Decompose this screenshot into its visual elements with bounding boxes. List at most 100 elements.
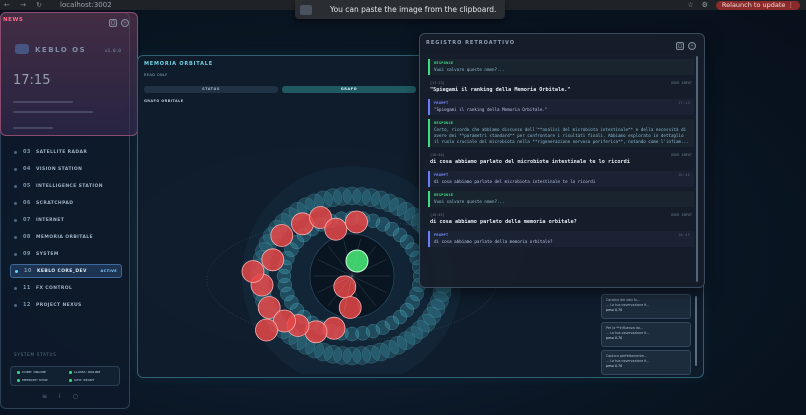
entry-label: RESPONSE [434, 193, 454, 197]
read-only-badge: READ ONLY [144, 73, 168, 77]
entry-tag: USER INPUT [670, 153, 692, 157]
highlighted-memory-node [255, 318, 278, 342]
entry-timestamp: 16:46 [677, 173, 690, 177]
memory-card[interactable]: Capisco perfettamente...... La tua osser… [601, 350, 691, 375]
sidebar-item-label: MEMORIA ORBITALE [36, 234, 93, 240]
entry-timestamp: 16:45 [677, 233, 690, 237]
power-icon[interactable]: ≡ [42, 393, 47, 400]
entry-label: PROMPT [434, 101, 449, 105]
sidebar-item-vision-station[interactable]: 04 VISION STATION [10, 162, 122, 176]
sidebar-item-project-nexus[interactable]: 12 PROJECT NEXUS [10, 298, 122, 312]
entry-timestamp: [16:46] [430, 153, 445, 157]
entry-label: PROMPT [434, 233, 449, 237]
sidebar-item-label: FX CONTROL [36, 285, 73, 291]
sidebar-item-fx-control[interactable]: 11 FX CONTROL [10, 281, 122, 295]
entry-text: "Spiegami il ranking della Memoria Orbit… [430, 87, 571, 93]
sidebar-item-number: 03 [23, 149, 31, 155]
status-core: CORE: ONLINE [22, 370, 47, 374]
active-badge: ACTIVE [100, 269, 117, 273]
window-title: REGISTRO RETROATTIVO [426, 40, 516, 46]
sidebar-item-system[interactable]: 09 SYSTEM [10, 247, 122, 261]
memory-card-weight: peso 0.70 [606, 308, 623, 312]
highlighted-memory-node [270, 224, 294, 247]
scrollbar[interactable] [695, 296, 697, 366]
response-entry: RESPONSE Vuoi salvare queste nmen?... [428, 191, 694, 207]
status-dot-icon [14, 286, 17, 290]
clipboard-toast: You can paste the image from the clipboa… [295, 0, 505, 19]
status-dot-icon [15, 269, 18, 273]
sidebar-item-label: INTERNET [36, 217, 65, 223]
user-input-entry: [16:46] USER INPUT di cosa abbiamo parlato… [428, 151, 694, 167]
sidebar-item-internet[interactable]: 07 INTERNET [10, 213, 122, 227]
sidebar-item-keblo-core-dev[interactable]: 10 KEBLO CORE_DEV ACTIVE [10, 264, 122, 278]
status-llama: LLAMA: ONLINE [74, 370, 101, 374]
sidebar-item-number: 12 [23, 302, 31, 308]
clock: 17:15 [13, 73, 51, 88]
memory-card-weight: peso 0.70 [606, 336, 623, 340]
minimize-icon[interactable]: – [121, 19, 129, 27]
highlighted-memory-node [241, 260, 265, 283]
entry-timestamp: [16:45] [430, 213, 445, 217]
news-label: NEWS [3, 17, 24, 23]
version-label: v1.0.0 [104, 49, 121, 54]
extensions-icon[interactable]: ⚙ [702, 1, 708, 9]
memory-card-list: Candice dei dati fo...... La tua osserva… [601, 294, 693, 375]
sidebar-item-number: 04 [23, 166, 31, 172]
settings-icon[interactable]: ○ [73, 393, 78, 400]
tab-grafo[interactable]: GRAFO [282, 86, 416, 93]
user-input-entry: [17:13] USER INPUT "Spiegami il ranking de… [428, 79, 694, 95]
sidebar-item-scratchpad[interactable]: 06 SCRATCHPAD [10, 196, 122, 210]
log-list: RESPONSE Vuoi salvare queste nmen?... [17:… [428, 59, 694, 285]
maximize-icon[interactable]: ▢ [676, 42, 684, 50]
status-dot-icon [14, 167, 17, 171]
system-status-panel: CORE: ONLINE LLAMA: ONLINE MEMORY: SYNC … [10, 366, 120, 386]
sidebar-item-intelligence-station[interactable]: 05 INTELLIGENCE STATION [10, 179, 122, 193]
sidebar-item-label: SATELLITE RADAR [36, 149, 88, 155]
entry-label: RESPONSE [434, 121, 454, 125]
sidebar-item-label: SYSTEM [36, 251, 59, 257]
response-entry: RESPONSE Certo, ricordo che abbiamo discu… [428, 119, 694, 147]
blurred-line [13, 127, 53, 129]
sidebar-item-number: 10 [24, 268, 32, 274]
status-gpu: GPU: READY [74, 378, 95, 382]
status-dot-icon [69, 370, 72, 374]
sidebar-item-number: 11 [23, 285, 31, 291]
entry-timestamp: [17:13] [430, 81, 445, 85]
highlighted-memory-node [345, 210, 368, 234]
blurred-line [13, 111, 93, 113]
scrollbar[interactable] [696, 56, 698, 282]
sidebar-item-label: PROJECT NEXUS [36, 302, 82, 308]
window-title: MEMORIA ORBITALE [144, 61, 214, 67]
entry-text: Certo, ricordo che abbiamo discusso dell… [434, 127, 689, 144]
star-icon[interactable]: ☆ [687, 1, 693, 9]
status-dot-icon [14, 218, 17, 222]
maximize-icon[interactable]: ▢ [109, 19, 117, 27]
entry-text: di cosa abbiamo parlato del microbiota i… [430, 159, 630, 165]
tab-status[interactable]: STATUS [144, 86, 278, 93]
sidebar-menu: 03 SATELLITE RADAR 04 VISION STATION 05 INTEL… [10, 145, 122, 315]
sidebar-item-number: 06 [23, 200, 31, 206]
sidebar-item-number: 05 [23, 183, 31, 189]
image-thumbnail-icon [300, 4, 312, 15]
info-icon[interactable]: ⅰ [59, 393, 61, 400]
minimize-icon[interactable]: – [688, 42, 696, 50]
sidebar-item-label: SCRATCHPAD [36, 200, 74, 206]
relaunch-update-button[interactable]: Relaunch to update ⋮ [715, 0, 800, 10]
news-widget: NEWS ▢ – KEBLO OS v1.0.0 17:15 [0, 12, 138, 136]
graph-title: GRAFO ORBITALE [144, 99, 184, 103]
entry-tag: USER INPUT [670, 81, 692, 85]
entry-label: RESPONSE [434, 61, 454, 65]
highlighted-memory-node [324, 217, 348, 241]
memory-card[interactable]: Candice dei dati fo...... La tua osserva… [601, 294, 691, 319]
logo-icon [15, 44, 29, 54]
address-bar[interactable]: localhost:3002 [60, 1, 112, 9]
status-memory: MEMORY: SYNC [22, 378, 48, 382]
status-dot-icon [14, 252, 17, 256]
sidebar-item-label: INTELLIGENCE STATION [36, 183, 103, 189]
browser-nav-buttons[interactable]: ← → ↻ [4, 1, 46, 9]
sidebar-item-memoria-orbitale[interactable]: 08 MEMORIA ORBITALE [10, 230, 122, 244]
entry-text: Vuoi salvare queste nmen?... [434, 67, 505, 72]
memory-card[interactable]: Per la **influenza da...... La tua osser… [601, 322, 691, 347]
sidebar-item-satellite-radar[interactable]: 03 SATELLITE RADAR [10, 145, 122, 159]
prompt-entry: PROMPT 16:45 di cosa abbiamo parlato della… [428, 231, 694, 247]
